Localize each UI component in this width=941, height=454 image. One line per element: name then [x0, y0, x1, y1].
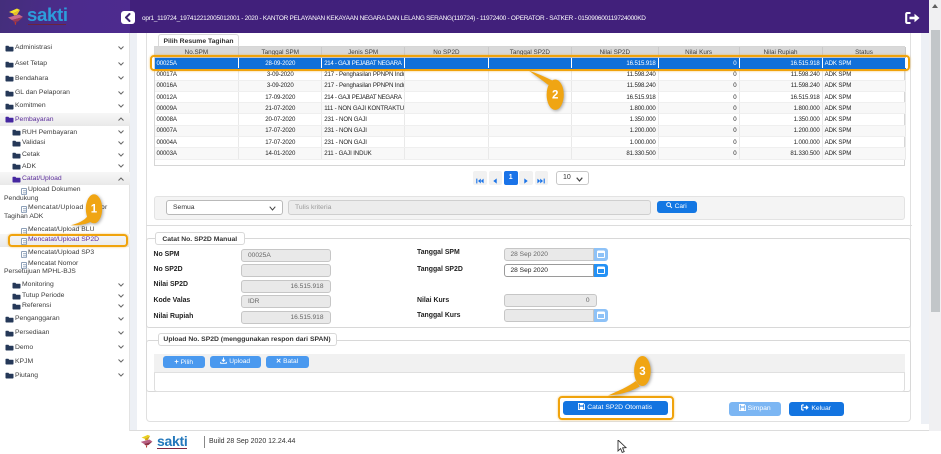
svg-text:3: 3 [639, 366, 645, 378]
svg-text:1: 1 [91, 204, 98, 216]
svg-text:2: 2 [552, 90, 558, 102]
